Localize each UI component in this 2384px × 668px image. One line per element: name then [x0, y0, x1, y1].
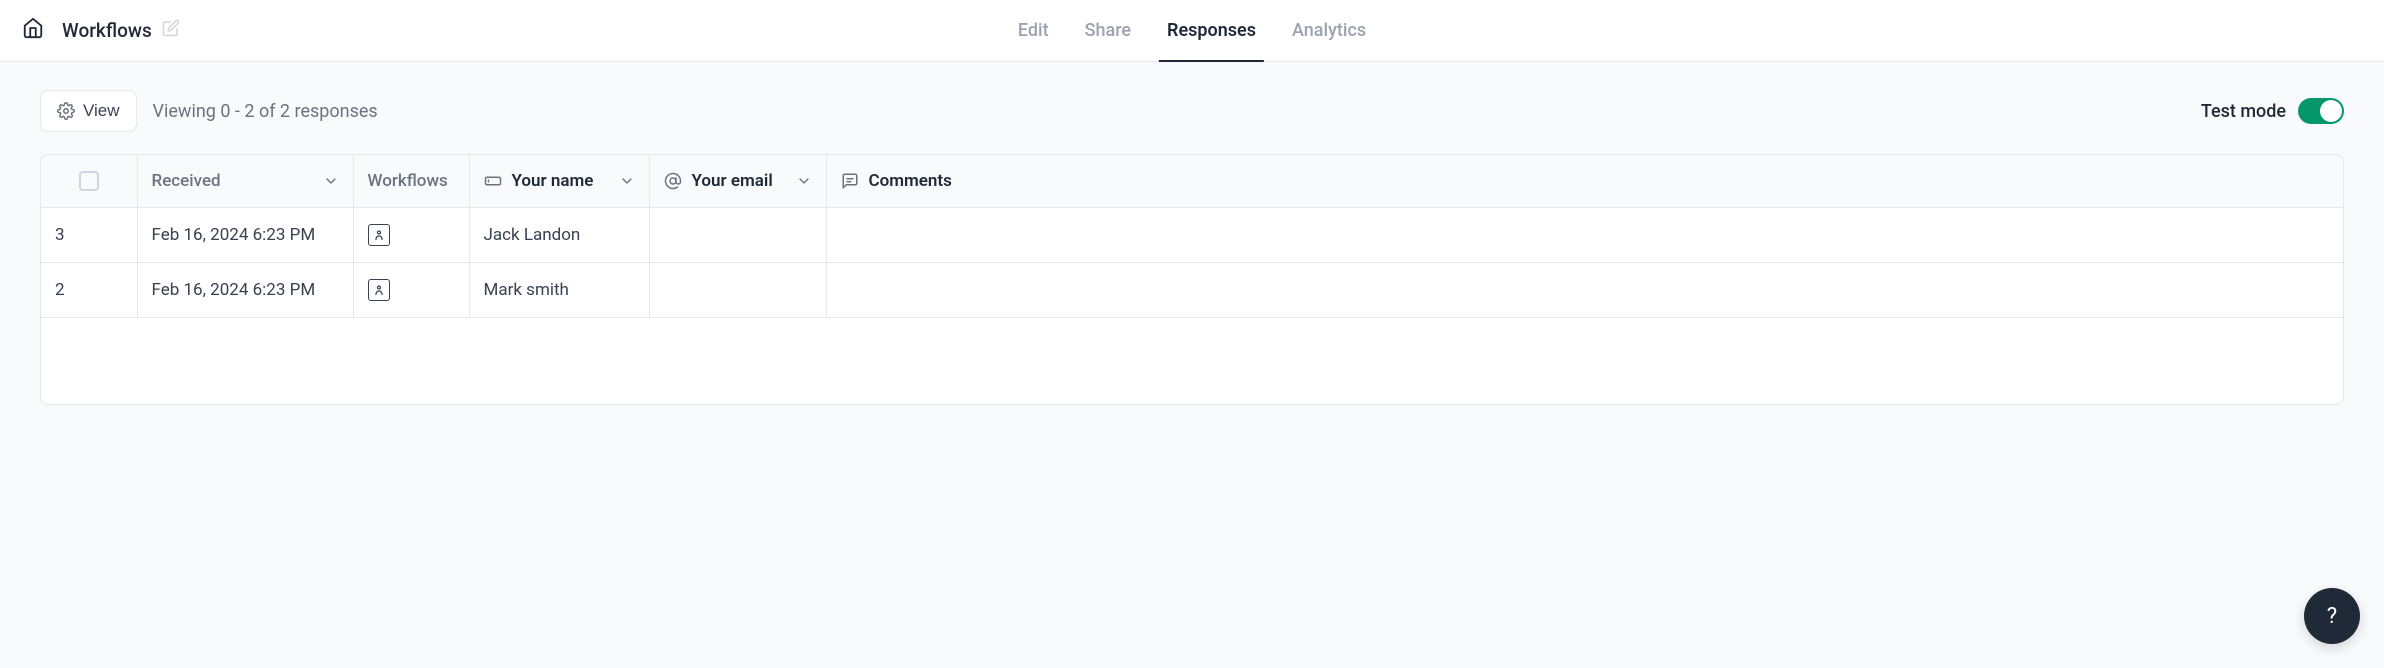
email-cell [649, 263, 826, 318]
test-mode-label: Test mode [2201, 101, 2286, 122]
name-cell: Jack Landon [469, 208, 649, 263]
toolbar-left: View Viewing 0 - 2 of 2 responses [40, 90, 378, 132]
tab-share[interactable]: Share [1085, 0, 1131, 61]
received-cell: Feb 16, 2024 6:23 PM [137, 263, 353, 318]
received-cell: Feb 16, 2024 6:23 PM [137, 208, 353, 263]
name-cell: Mark smith [469, 263, 649, 318]
comments-cell [826, 208, 2343, 263]
header-tabs: Edit Share Responses Analytics [1018, 0, 1366, 61]
email-cell [649, 208, 826, 263]
workflow-cell [353, 208, 469, 263]
column-label: Comments [869, 171, 952, 191]
row-id-cell: 2 [41, 263, 137, 318]
workflow-status-icon[interactable] [368, 279, 390, 301]
responses-table-wrap: Received Workflows [40, 154, 2344, 405]
workflow-cell [353, 263, 469, 318]
column-header-comments[interactable]: Comments [826, 155, 2343, 208]
content-area: View Viewing 0 - 2 of 2 responses Test m… [0, 62, 2384, 668]
toolbar-right: Test mode [2201, 98, 2344, 124]
home-icon[interactable] [22, 17, 44, 44]
column-header-your-name[interactable]: Your name [469, 155, 649, 208]
row-id-cell: 3 [41, 208, 137, 263]
responses-table: Received Workflows [41, 155, 2343, 404]
column-label: Your email [692, 171, 773, 191]
toolbar: View Viewing 0 - 2 of 2 responses Test m… [40, 90, 2344, 132]
view-button-label: View [83, 101, 120, 121]
page-title: Workflows [62, 19, 152, 42]
header-bar: Workflows Edit Share Responses Analytics [0, 0, 2384, 62]
chevron-down-icon [323, 173, 339, 189]
gear-icon [57, 102, 75, 120]
help-icon: ? [2327, 604, 2337, 629]
workflow-status-icon[interactable] [368, 224, 390, 246]
select-all-checkbox[interactable] [79, 171, 99, 191]
empty-row [41, 318, 2343, 404]
column-label: Your name [512, 171, 594, 191]
column-label: Workflows [368, 171, 448, 191]
toggle-knob [2320, 100, 2342, 122]
tab-edit[interactable]: Edit [1018, 0, 1049, 61]
comment-icon [841, 172, 859, 190]
test-mode-toggle[interactable] [2298, 98, 2344, 124]
column-header-workflows[interactable]: Workflows [353, 155, 469, 208]
edit-title-icon[interactable] [162, 19, 180, 42]
workflow-title-wrap: Workflows [62, 19, 180, 42]
at-sign-icon [664, 172, 682, 190]
comments-cell [826, 263, 2343, 318]
column-header-received[interactable]: Received [137, 155, 353, 208]
tab-responses[interactable]: Responses [1167, 0, 1256, 61]
column-header-your-email[interactable]: Your email [649, 155, 826, 208]
column-label: Received [152, 171, 221, 191]
chevron-down-icon [796, 173, 812, 189]
help-button[interactable]: ? [2304, 588, 2360, 644]
chevron-down-icon [619, 173, 635, 189]
column-header-checkbox [41, 155, 137, 208]
table-row[interactable]: 3 Feb 16, 2024 6:23 PM Jack Landon [41, 208, 2343, 263]
viewing-count-text: Viewing 0 - 2 of 2 responses [153, 101, 378, 122]
view-button[interactable]: View [40, 90, 137, 132]
text-field-icon [484, 172, 502, 190]
table-row[interactable]: 2 Feb 16, 2024 6:23 PM Mark smith [41, 263, 2343, 318]
header-left: Workflows [22, 17, 180, 44]
tab-analytics[interactable]: Analytics [1292, 0, 1366, 61]
